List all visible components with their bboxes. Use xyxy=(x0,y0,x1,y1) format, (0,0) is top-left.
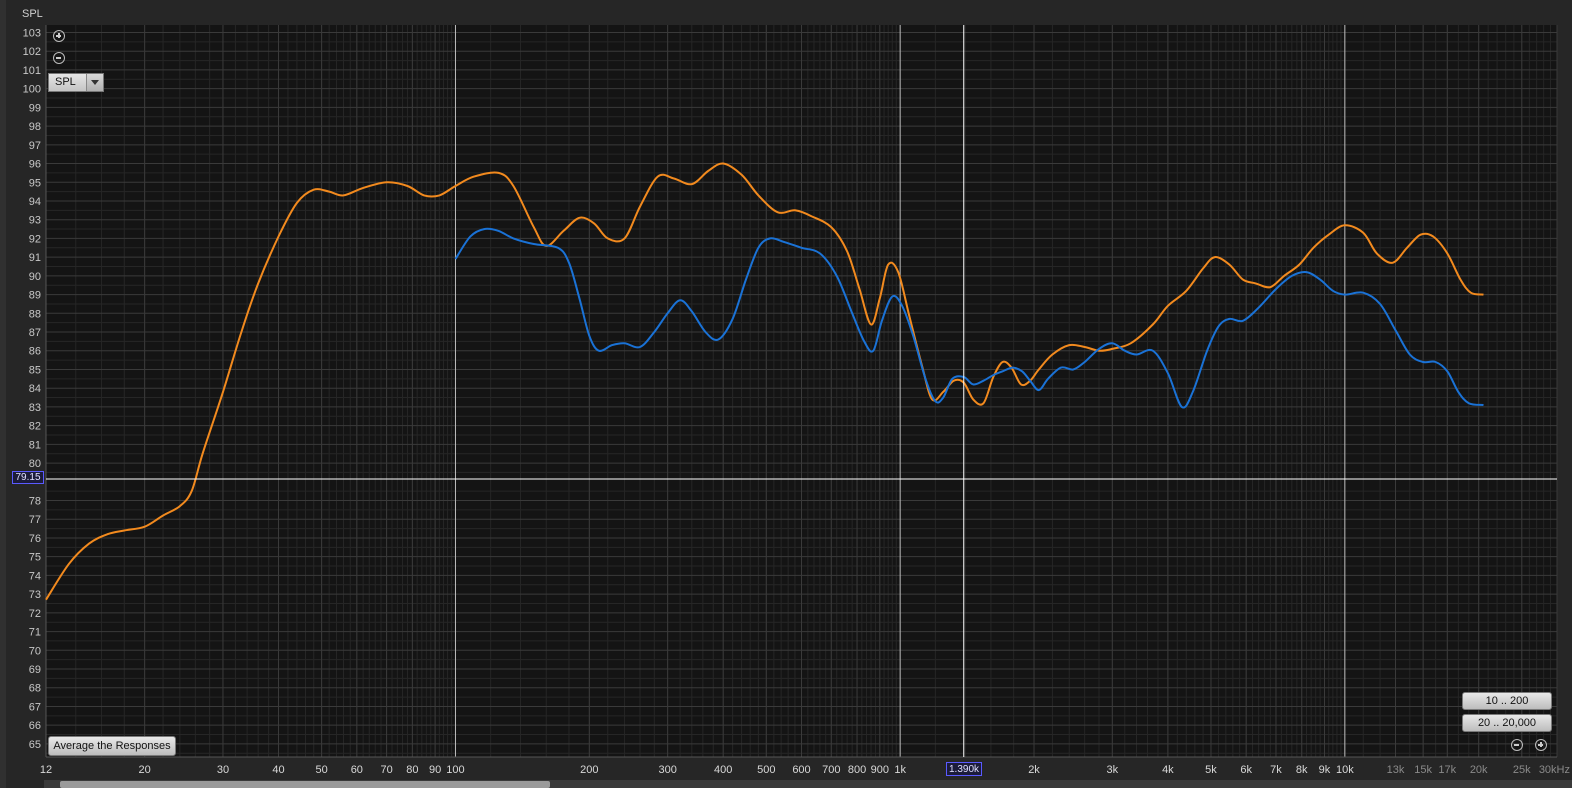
horizontal-scrollbar-thumb[interactable] xyxy=(60,781,550,788)
x-tick-label: 20k xyxy=(1470,764,1488,776)
zoom-out-x-icon[interactable] xyxy=(1511,739,1523,751)
y-tick-label: 78 xyxy=(29,496,41,508)
x-tick-label: 30kHz xyxy=(1539,764,1570,776)
y-tick-label: 75 xyxy=(29,552,41,564)
y-tick-label: 72 xyxy=(29,608,41,620)
x-tick-label: 500 xyxy=(757,764,775,776)
chevron-down-icon[interactable] xyxy=(86,74,103,91)
y-tick-label: 87 xyxy=(29,327,41,339)
x-tick-label: 100 xyxy=(446,764,464,776)
x-tick-label: 60 xyxy=(351,764,363,776)
y-tick-label: 70 xyxy=(29,645,41,657)
y-tick-label: 80 xyxy=(29,458,41,470)
x-tick-label: 20 xyxy=(139,764,151,776)
x-tick-label: 600 xyxy=(792,764,810,776)
x-tick-label: 9k xyxy=(1319,764,1331,776)
y-tick-label: 73 xyxy=(29,589,41,601)
y-tick-label: 93 xyxy=(29,215,41,227)
x-tick-label: 13k xyxy=(1387,764,1405,776)
y-tick-label: 77 xyxy=(29,514,41,526)
spl-selector-value: SPL xyxy=(55,76,76,88)
x-tick-label: 700 xyxy=(822,764,840,776)
y-tick-label: 97 xyxy=(29,140,41,152)
y-tick-label: 71 xyxy=(29,627,41,639)
y-tick-label: 82 xyxy=(29,421,41,433)
y-tick-label: 94 xyxy=(29,196,41,208)
x-tick-label: 17k xyxy=(1438,764,1456,776)
x-tick-label: 70 xyxy=(380,764,392,776)
y-axis-title: SPL xyxy=(22,8,43,20)
x-tick-label: 400 xyxy=(714,764,732,776)
x-tick-label: 6k xyxy=(1240,764,1252,776)
y-tick-label: 81 xyxy=(29,439,41,451)
y-tick-label: 99 xyxy=(29,102,41,114)
range-20-20000-button[interactable]: 20 .. 20,000 xyxy=(1462,714,1552,732)
y-tick-label: 85 xyxy=(29,364,41,376)
x-tick-label: 15k xyxy=(1414,764,1432,776)
x-tick-label: 7k xyxy=(1270,764,1282,776)
x-tick-label: 1k xyxy=(894,764,906,776)
x-tick-label: 90 xyxy=(429,764,441,776)
y-tick-label: 84 xyxy=(29,383,41,395)
y-tick-label: 102 xyxy=(23,46,41,58)
x-tick-label: 2k xyxy=(1028,764,1040,776)
y-tick-label: 96 xyxy=(29,159,41,171)
cursor-x-readout: 1.390k xyxy=(946,762,982,776)
x-tick-label: 800 xyxy=(848,764,866,776)
x-tick-label: 10k xyxy=(1336,764,1354,776)
x-tick-label: 8k xyxy=(1296,764,1308,776)
y-tick-label: 66 xyxy=(29,720,41,732)
average-responses-button[interactable]: Average the Responses xyxy=(48,736,176,756)
y-tick-label: 65 xyxy=(29,739,41,751)
y-tick-label: 86 xyxy=(29,346,41,358)
y-tick-label: 91 xyxy=(29,252,41,264)
y-tick-label: 98 xyxy=(29,121,41,133)
y-tick-label: 76 xyxy=(29,533,41,545)
spl-selector[interactable]: SPL xyxy=(48,73,104,92)
y-tick-label: 95 xyxy=(29,177,41,189)
x-tick-label: 12 xyxy=(40,764,52,776)
x-tick-label: 300 xyxy=(658,764,676,776)
x-tick-label: 900 xyxy=(871,764,889,776)
x-tick-label: 50 xyxy=(315,764,327,776)
y-tick-label: 74 xyxy=(29,570,41,582)
range-10-200-button[interactable]: 10 .. 200 xyxy=(1462,692,1552,710)
spl-frequency-plot[interactable]: 65 66 67 68 69 70 71 72 73 74 75 76 77 78 80 81 82 83 84 85… xyxy=(0,0,1572,788)
y-tick-label: 88 xyxy=(29,308,41,320)
rew-spl-graph-window: 65 66 67 68 69 70 71 72 73 74 75 76 77 78 80 81 82 83 84 85… xyxy=(0,0,1572,788)
zoom-out-y-icon[interactable] xyxy=(53,52,65,64)
zoom-in-y-icon[interactable] xyxy=(53,30,65,42)
x-tick-label: 80 xyxy=(406,764,418,776)
y-tick-label: 89 xyxy=(29,290,41,302)
x-tick-label: 3k xyxy=(1107,764,1119,776)
y-tick-label: 69 xyxy=(29,664,41,676)
y-tick-label: 67 xyxy=(29,701,41,713)
y-tick-label: 83 xyxy=(29,402,41,414)
y-tick-label: 103 xyxy=(23,27,41,39)
y-tick-label: 92 xyxy=(29,233,41,245)
x-tick-label: 25k xyxy=(1513,764,1531,776)
y-tick-label: 68 xyxy=(29,683,41,695)
x-tick-label: 40 xyxy=(272,764,284,776)
x-tick-label: 200 xyxy=(580,764,598,776)
y-tick-label: 90 xyxy=(29,271,41,283)
x-tick-label: 5k xyxy=(1205,764,1217,776)
x-tick-label: 30 xyxy=(217,764,229,776)
cursor-y-readout: 79.15 xyxy=(12,471,44,484)
y-tick-label: 100 xyxy=(23,84,41,96)
y-tick-label: 101 xyxy=(23,65,41,77)
x-tick-label: 4k xyxy=(1162,764,1174,776)
zoom-in-x-icon[interactable] xyxy=(1535,739,1547,751)
